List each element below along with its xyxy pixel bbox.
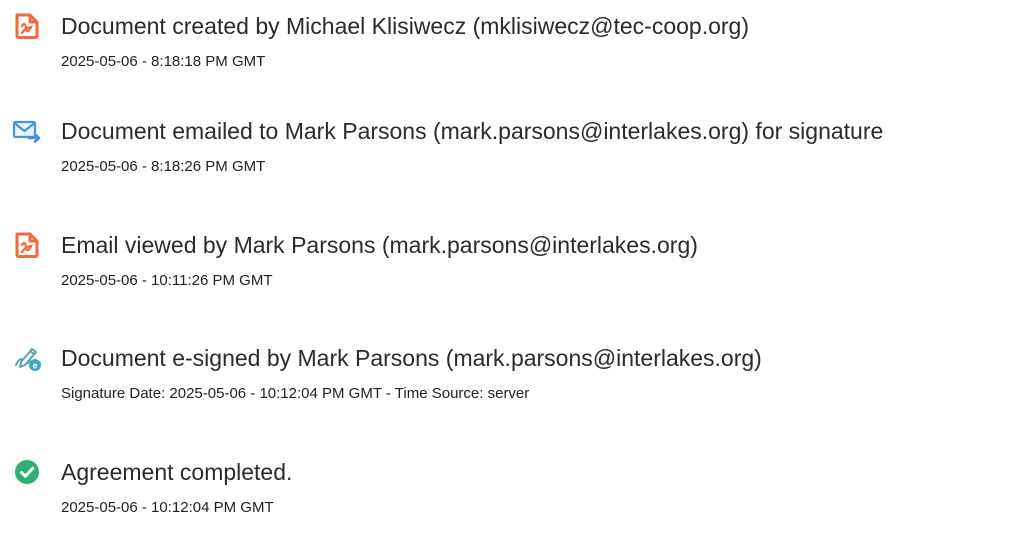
event-title: Agreement completed. <box>61 459 293 485</box>
event-title: Email viewed by Mark Parsons (mark.parso… <box>61 232 698 258</box>
history-event-agreement-completed: Agreement completed. 2025-05-06 - 10:12:… <box>0 457 1015 547</box>
event-timestamp: 2025-05-06 - 10:11:26 PM GMT <box>61 272 273 289</box>
history-event-document-esigned: e Document e-signed by Mark Parsons (mar… <box>0 343 1015 433</box>
history-event-document-emailed: Document emailed to Mark Parsons (mark.p… <box>0 116 1015 206</box>
event-timestamp: 2025-05-06 - 8:18:26 PM GMT <box>61 158 266 175</box>
history-event-document-created: Document created by Michael Klisiwecz (m… <box>0 11 1015 101</box>
event-timestamp: 2025-05-06 - 10:12:04 PM GMT <box>61 499 274 516</box>
event-signature-date: Signature Date: 2025-05-06 - 10:12:04 PM… <box>61 385 530 402</box>
document-icon <box>12 11 42 41</box>
email-icon <box>12 116 42 146</box>
event-title: Document created by Michael Klisiwecz (m… <box>61 13 750 39</box>
event-timestamp: 2025-05-06 - 8:18:18 PM GMT <box>61 53 266 70</box>
event-title: Document e-signed by Mark Parsons (mark.… <box>61 345 762 371</box>
history-event-email-viewed: Email viewed by Mark Parsons (mark.parso… <box>0 230 1015 320</box>
event-title: Document emailed to Mark Parsons (mark.p… <box>61 118 884 144</box>
document-icon <box>12 230 42 260</box>
check-circle-icon <box>12 457 42 487</box>
esign-icon: e <box>12 343 42 373</box>
svg-text:e: e <box>32 361 37 371</box>
